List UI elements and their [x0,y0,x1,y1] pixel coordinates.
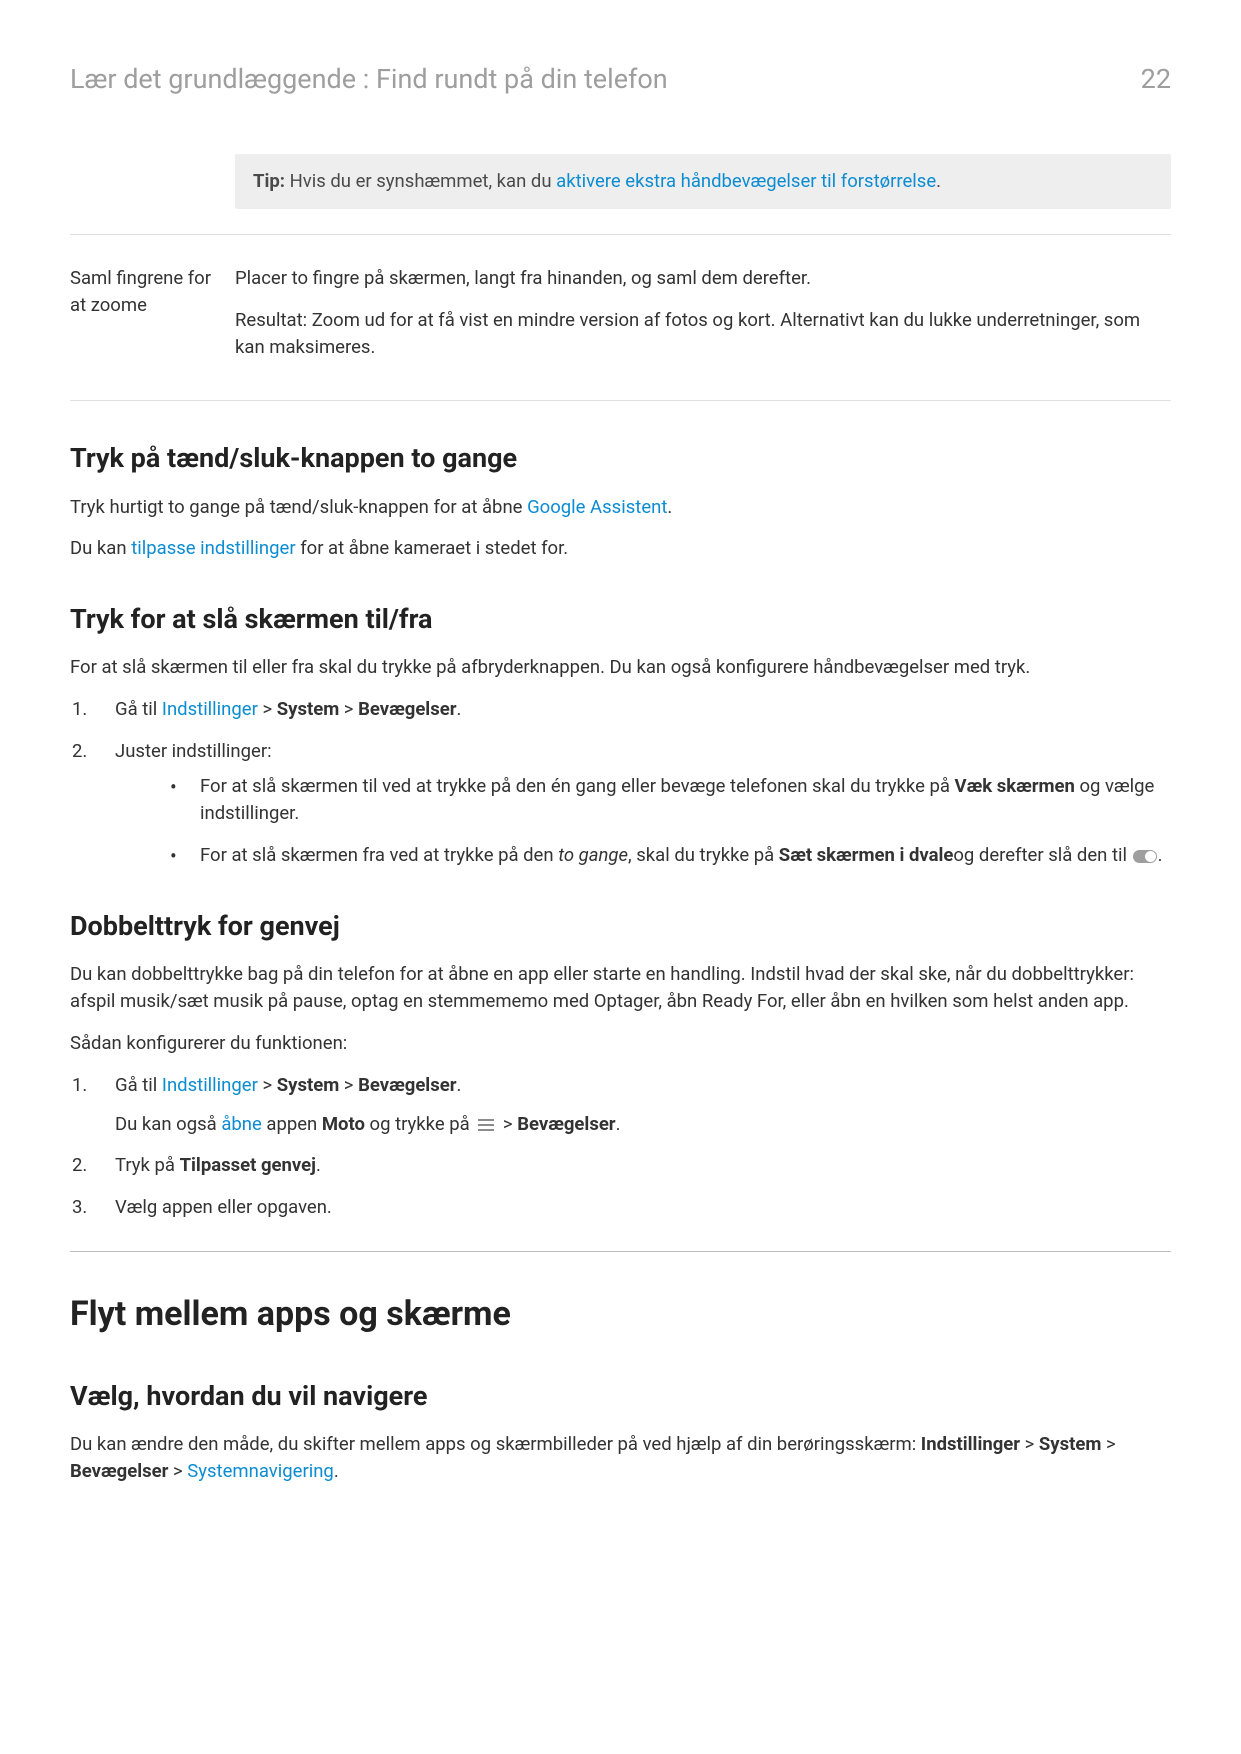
gesture-row: Saml fingrene for at zoome Placer to fin… [70,235,1171,400]
list-item: Juster indstillinger: For at slå skærmen… [70,738,1171,869]
section-heading-power-button: Tryk på tænd/sluk-knappen to gange [70,439,1171,478]
settings-link[interactable]: Indstillinger [162,1074,258,1096]
main-heading: Flyt mellem apps og skærme [70,1290,1171,1339]
paragraph: Du kan også åbne appen Moto og trykke på… [115,1111,1171,1138]
toggle-icon [1133,850,1157,863]
paragraph: For at slå skærmen til eller fra skal du… [70,654,1171,681]
gesture-result: Resultat: Zoom ud for at få vist en mind… [235,307,1171,361]
list-item: Tryk på Tilpasset genvej. [70,1152,1171,1179]
breadcrumb: Lær det grundlæggende : Find rundt på di… [70,60,668,99]
bullet-list: For at slå skærmen til ved at trykke på … [115,773,1171,869]
tip-label: Tip: [253,170,285,192]
divider [70,400,1171,401]
tip-text: Hvis du er synshæmmet, kan du [285,170,556,192]
section-divider [70,1251,1171,1252]
page-number: 22 [1141,60,1171,99]
paragraph: Du kan ændre den måde, du skifter mellem… [70,1431,1171,1485]
tip-link[interactable]: aktivere ekstra håndbevægelser til forst… [556,170,936,192]
tip-period: . [936,170,941,192]
gesture-name: Saml fingrene for at zoome [70,265,235,375]
list-item: Gå til Indstillinger > System > Bevægels… [70,1072,1171,1138]
settings-link[interactable]: Indstillinger [162,698,258,720]
gesture-action: Placer to fingre på skærmen, langt fra h… [235,265,1171,292]
numbered-list: Gå til Indstillinger > System > Bevægels… [70,1072,1171,1221]
customize-settings-link[interactable]: tilpasse indstillinger [131,537,295,559]
page-header: Lær det grundlæggende : Find rundt på di… [70,60,1171,99]
hamburger-icon [477,1119,495,1131]
tip-box: Tip: Hvis du er synshæmmet, kan du aktiv… [235,154,1171,209]
paragraph: Du kan dobbelttrykke bag på din telefon … [70,961,1171,1015]
section-heading-navigate: Vælg, hvordan du vil navigere [70,1377,1171,1416]
paragraph: Sådan konfigurerer du funktionen: [70,1030,1171,1057]
list-item: For at slå skærmen fra ved at trykke på … [170,842,1171,869]
list-item: Vælg appen eller opgaven. [70,1194,1171,1221]
system-navigation-link[interactable]: Systemnavigering [187,1460,334,1482]
list-item: Gå til Indstillinger > System > Bevægels… [70,696,1171,723]
section-heading-double-tap: Dobbelttryk for genvej [70,907,1171,946]
numbered-list: Gå til Indstillinger > System > Bevægels… [70,696,1171,869]
open-link[interactable]: åbne [221,1113,261,1135]
google-assistant-link[interactable]: Google Assistent [527,496,667,518]
paragraph: Du kan tilpasse indstillinger for at åbn… [70,535,1171,562]
paragraph: Tryk hurtigt to gange på tænd/sluk-knapp… [70,494,1171,521]
gesture-description: Placer to fingre på skærmen, langt fra h… [235,265,1171,375]
section-heading-tap-screen: Tryk for at slå skærmen til/fra [70,600,1171,639]
list-item: For at slå skærmen til ved at trykke på … [170,773,1171,827]
